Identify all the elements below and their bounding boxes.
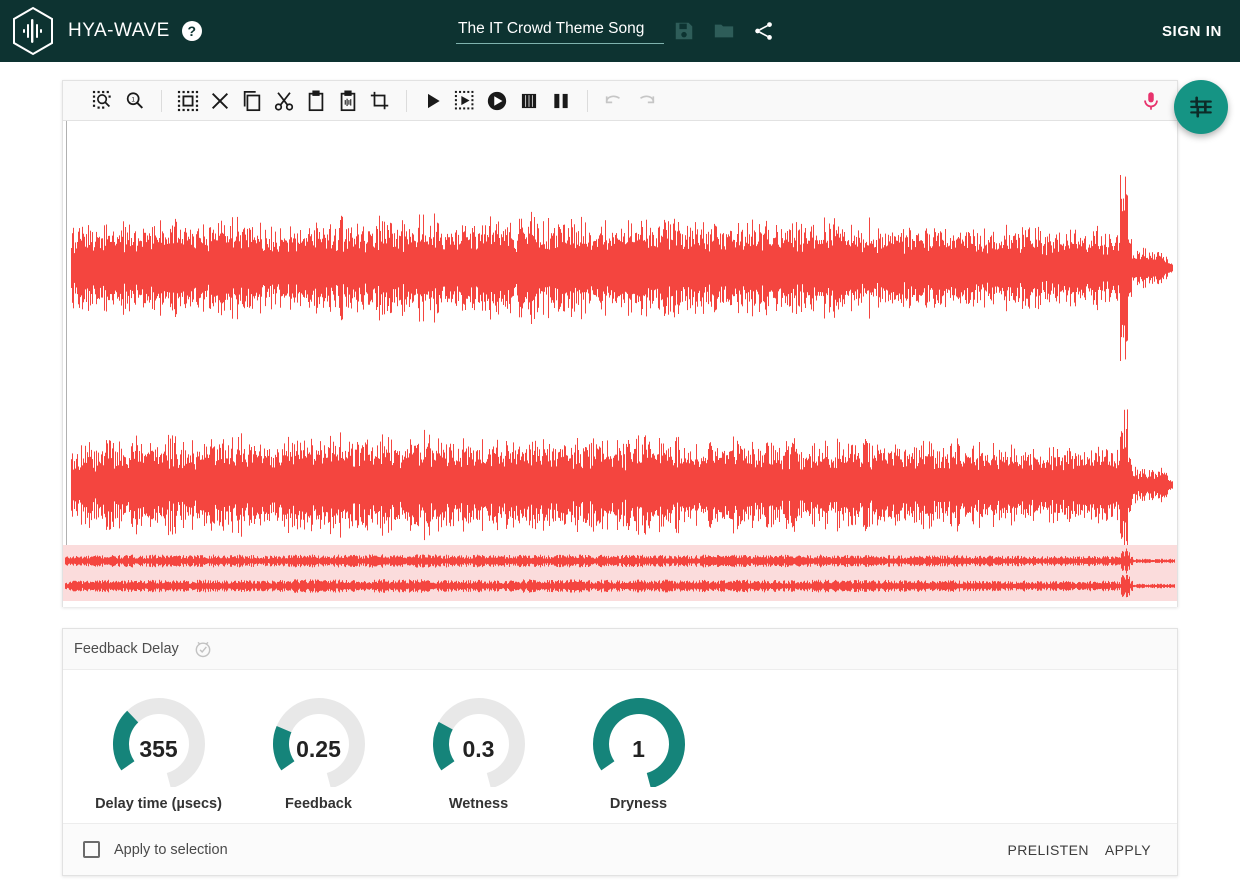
knob-label: Feedback (285, 796, 352, 812)
toolbar-divider (406, 90, 407, 112)
question-mark-icon[interactable]: ? (182, 21, 202, 41)
paste-insert-icon[interactable] (332, 85, 364, 117)
undo-icon[interactable] (598, 85, 630, 117)
effect-panel-header: Feedback Delay (63, 629, 1177, 670)
prelisten-button[interactable]: PRELISTEN (999, 836, 1096, 864)
microphone-record-icon[interactable] (1133, 83, 1169, 119)
waveform-hexagon-logo[interactable] (10, 5, 56, 57)
effect-panel: Feedback Delay 355 Delay time (µsecs) 0.25… (62, 628, 1178, 876)
knob-2[interactable]: 0.3 Wetness (411, 692, 546, 812)
toolbar-divider (161, 90, 162, 112)
editor-toolbar: 1 (63, 81, 1177, 121)
select-all-icon[interactable] (172, 85, 204, 117)
knob-1[interactable]: 0.25 Feedback (251, 692, 386, 812)
sign-in-button[interactable]: SIGN IN (1162, 23, 1222, 40)
knob-value: 0.3 (423, 736, 535, 763)
knob-value: 1 (583, 736, 695, 763)
knob-label: Delay time (µsecs) (95, 796, 222, 812)
effect-panel-footer: Apply to selection PRELISTEN APPLY (63, 823, 1177, 875)
crop-icon[interactable] (364, 85, 396, 117)
waveform-canvas[interactable] (63, 121, 1177, 607)
clock-check-icon[interactable] (193, 639, 213, 659)
clear-selection-icon[interactable] (204, 85, 236, 117)
waveform-editor-card: 1 (62, 80, 1178, 607)
overview-strip[interactable] (63, 545, 1177, 601)
brand-name: HYA-WAVE (68, 20, 170, 42)
cut-icon[interactable] (268, 85, 300, 117)
apply-button[interactable]: APPLY (1097, 836, 1159, 864)
knob-0[interactable]: 355 Delay time (µsecs) (91, 692, 226, 812)
redo-icon[interactable] (630, 85, 662, 117)
knob-gauge[interactable]: 1 (583, 692, 695, 787)
knob-gauge[interactable]: 355 (103, 692, 215, 787)
apply-to-selection-label: Apply to selection (114, 842, 228, 858)
app-header: HYA-WAVE ? SIGN IN (0, 0, 1240, 62)
effect-name: Feedback Delay (74, 641, 179, 657)
zoom-reset-icon[interactable]: 1 (119, 85, 151, 117)
svg-text:1: 1 (131, 96, 135, 103)
knob-label: Dryness (610, 796, 667, 812)
stereo-waveform[interactable] (63, 121, 1177, 561)
stop-icon[interactable] (513, 85, 545, 117)
play-icon[interactable] (417, 85, 449, 117)
toolbar-divider (587, 90, 588, 112)
playhead-cursor[interactable] (66, 121, 67, 561)
knob-gauge[interactable]: 0.25 (263, 692, 375, 787)
paste-icon[interactable] (300, 85, 332, 117)
project-title-input[interactable] (456, 18, 664, 44)
share-nodes-icon[interactable] (744, 11, 784, 51)
floppy-disk-save-icon[interactable] (664, 11, 704, 51)
copy-icon[interactable] (236, 85, 268, 117)
play-loop-icon[interactable] (481, 85, 513, 117)
pause-icon[interactable] (545, 85, 577, 117)
effects-fab-button[interactable] (1174, 80, 1228, 134)
knob-value: 0.25 (263, 736, 375, 763)
knob-value: 355 (103, 736, 215, 763)
apply-to-selection-checkbox[interactable] (83, 841, 100, 858)
zoom-to-selection-icon[interactable] (87, 85, 119, 117)
knob-3[interactable]: 1 Dryness (571, 692, 706, 812)
knob-row: 355 Delay time (µsecs) 0.25 Feedback 0.3 Wetn… (63, 670, 1177, 824)
folder-open-icon[interactable] (704, 11, 744, 51)
knob-label: Wetness (449, 796, 508, 812)
play-selection-icon[interactable] (449, 85, 481, 117)
knob-gauge[interactable]: 0.3 (423, 692, 535, 787)
